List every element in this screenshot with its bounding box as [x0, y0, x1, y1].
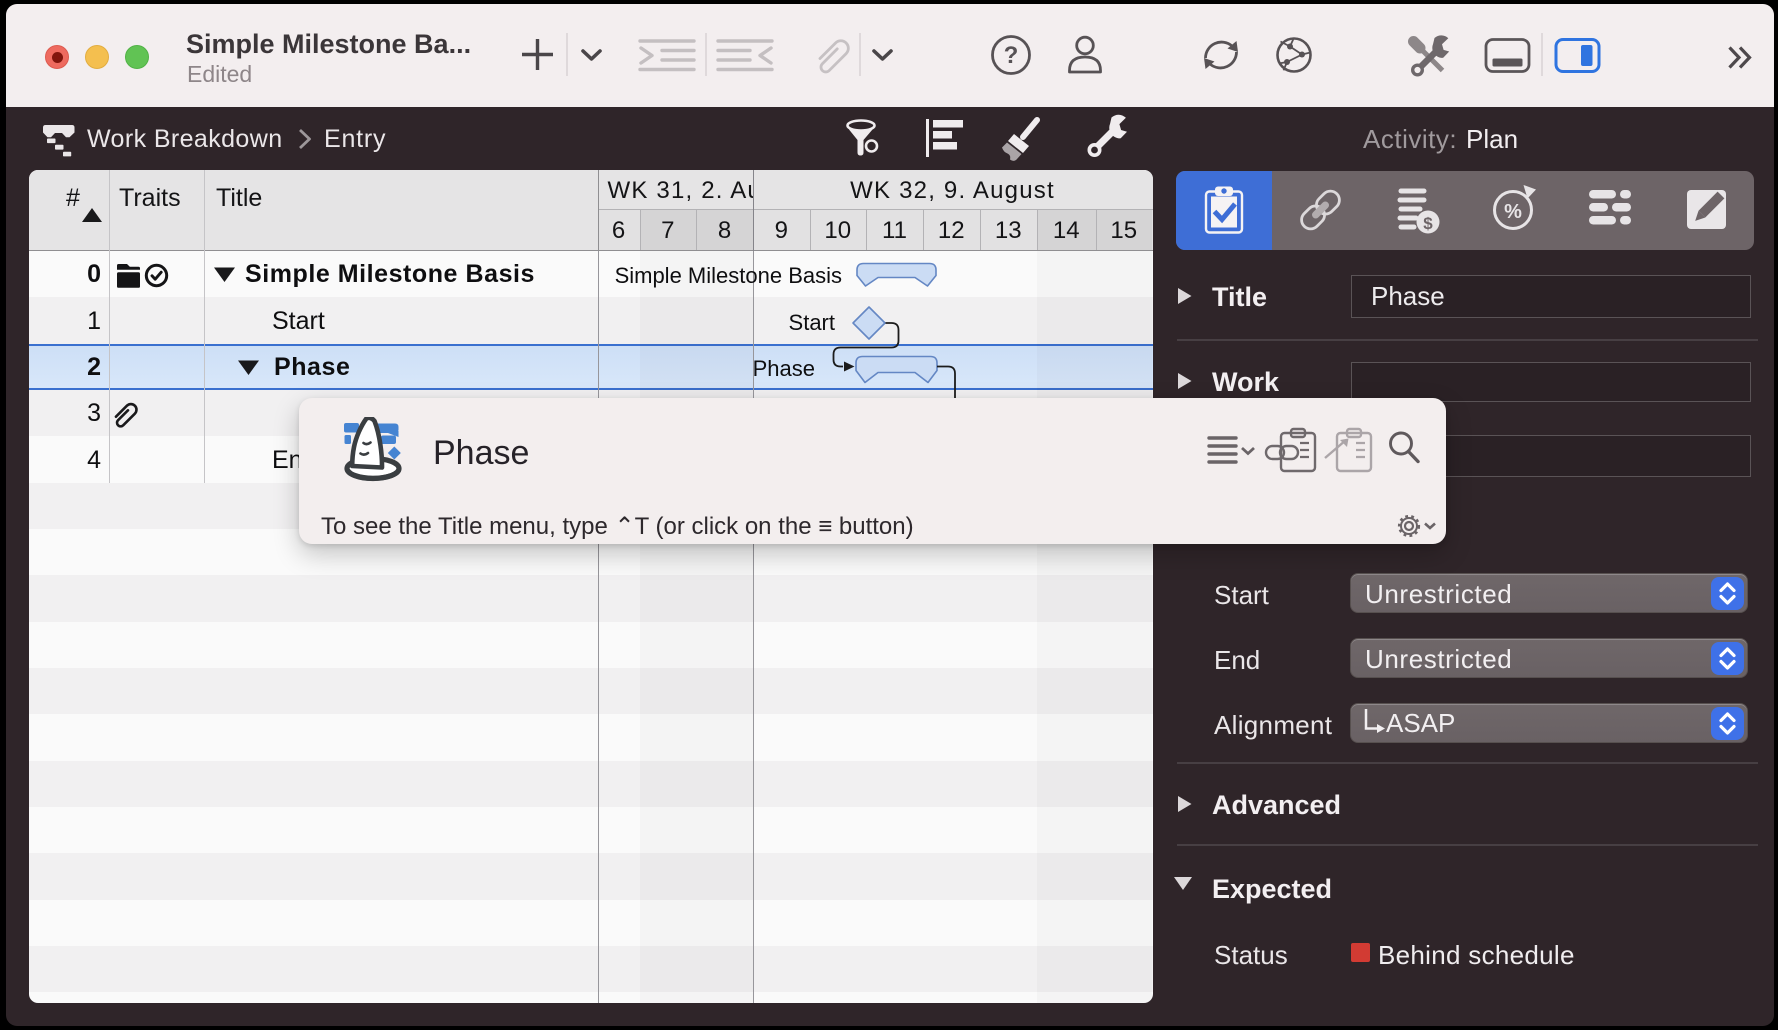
svg-text:$: $	[1423, 214, 1433, 233]
svg-text:%: %	[1504, 201, 1522, 223]
